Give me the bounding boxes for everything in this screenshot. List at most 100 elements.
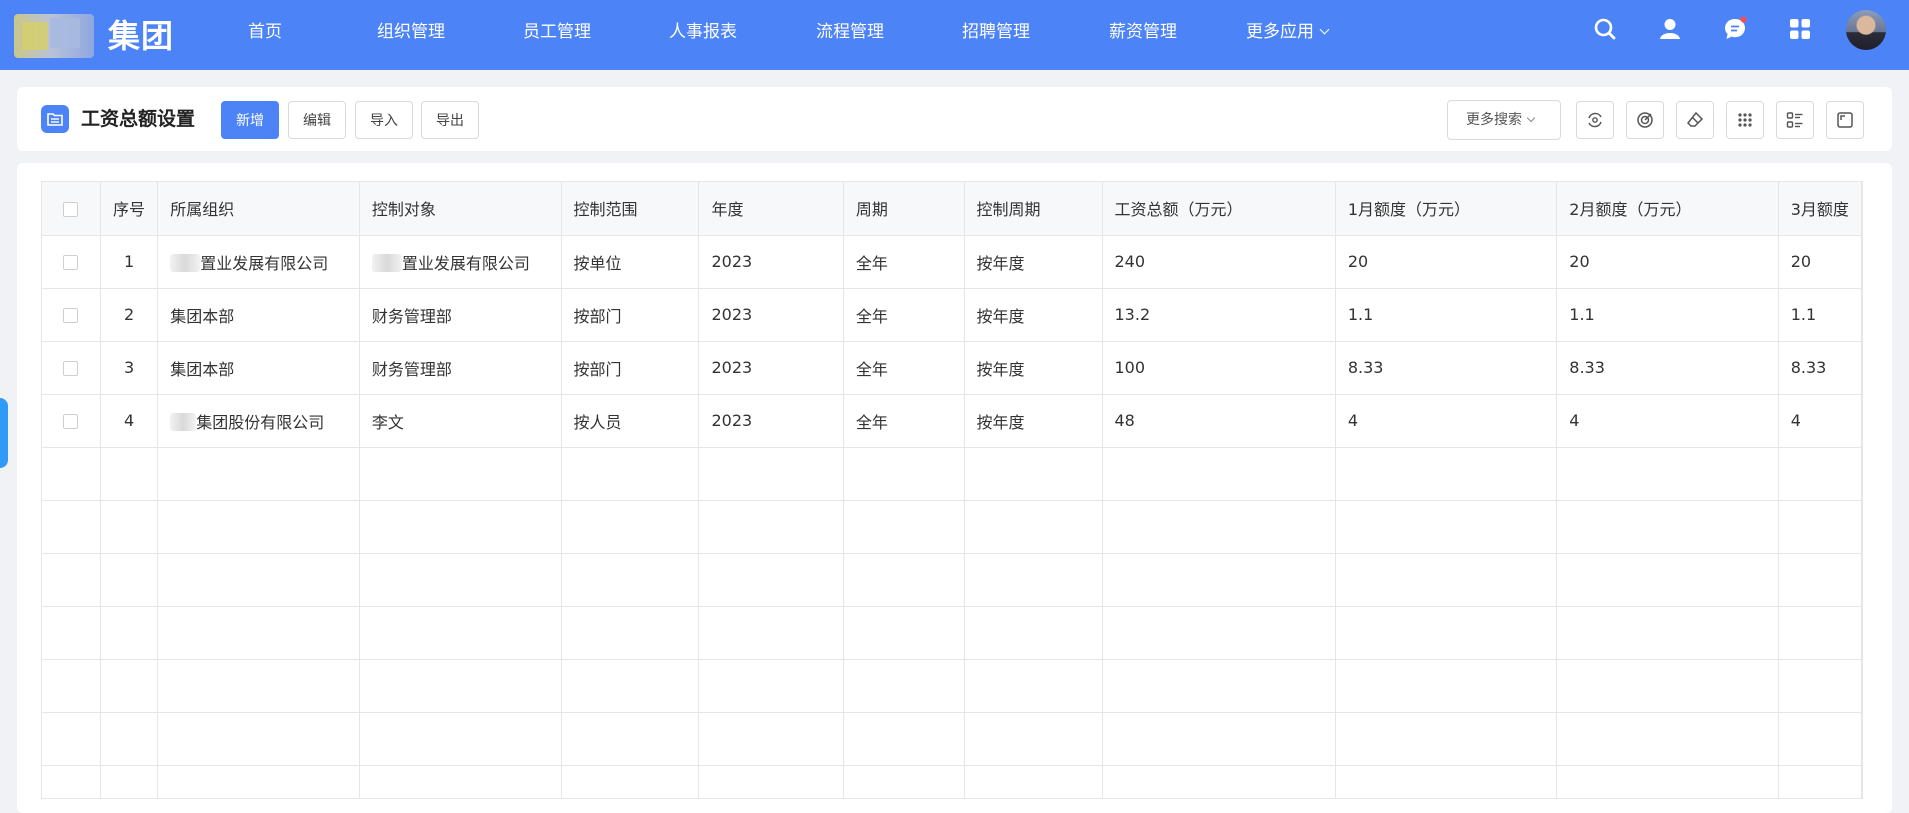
cell-period: 全年 bbox=[843, 341, 965, 395]
cell-ctrl-period: 按年度 bbox=[964, 235, 1103, 289]
nav-more-label: 更多应用 bbox=[1246, 22, 1314, 42]
export-button[interactable]: 导出 bbox=[421, 101, 479, 139]
nav-item-more-apps[interactable]: 更多应用 bbox=[1246, 0, 1330, 70]
toolbar-card: 工资总额设置 新增 编辑 导入 导出 更多搜索 bbox=[17, 87, 1892, 151]
nav-item-home[interactable]: 首页 bbox=[248, 0, 282, 70]
avatar[interactable] bbox=[1846, 10, 1886, 50]
col-header-scope[interactable]: 控制范围 bbox=[561, 182, 700, 236]
cell-m1: 8.33 bbox=[1335, 341, 1558, 395]
col-header-total[interactable]: 工资总额（万元） bbox=[1102, 182, 1336, 236]
list-settings-icon bbox=[1786, 112, 1803, 128]
table-row[interactable]: 2 集团本部 财务管理部 按部门 2023 全年 按年度 13.2 1.1 1.… bbox=[42, 288, 1862, 342]
col-header-ctrl-period[interactable]: 控制周期 bbox=[964, 182, 1103, 236]
row-checkbox[interactable] bbox=[63, 414, 79, 429]
clear-filter-button[interactable] bbox=[1676, 101, 1714, 139]
apps-grid-icon[interactable] bbox=[1787, 16, 1813, 42]
cell-total: 13.2 bbox=[1102, 288, 1336, 342]
row-select-cell bbox=[42, 341, 101, 395]
cell-period: 全年 bbox=[843, 235, 965, 289]
cell-org: 集团本部 bbox=[157, 341, 360, 395]
refresh-icon bbox=[1588, 112, 1602, 128]
target-button[interactable] bbox=[1626, 101, 1664, 139]
col-header-m3[interactable]: 3月额度 bbox=[1778, 182, 1862, 236]
side-drawer-tab[interactable] bbox=[0, 398, 8, 468]
cell-ctrl-period: 按年度 bbox=[964, 341, 1103, 395]
chevron-down-icon bbox=[1526, 113, 1536, 123]
eraser-icon bbox=[1686, 111, 1704, 127]
empty-row bbox=[42, 553, 1862, 607]
nav-item-hr-report[interactable]: 人事报表 bbox=[669, 0, 737, 70]
fullscreen-icon bbox=[1837, 112, 1853, 128]
fullscreen-button[interactable] bbox=[1826, 101, 1864, 139]
col-header-m2[interactable]: 2月额度（万元） bbox=[1556, 182, 1779, 236]
cell-index: 3 bbox=[100, 341, 159, 395]
cell-ctrl-period: 按年度 bbox=[964, 394, 1103, 448]
redacted-text bbox=[371, 253, 402, 272]
target-icon bbox=[1637, 112, 1653, 128]
cell-index: 4 bbox=[100, 394, 159, 448]
user-icon[interactable] bbox=[1657, 16, 1683, 42]
import-button[interactable]: 导入 bbox=[355, 101, 413, 139]
col-header-index[interactable]: 序号 bbox=[100, 182, 159, 236]
cell-target: 李文 bbox=[359, 394, 562, 448]
folder-icon bbox=[41, 105, 69, 133]
column-settings-button[interactable] bbox=[1776, 101, 1814, 139]
col-header-period[interactable]: 周期 bbox=[843, 182, 965, 236]
more-search-dropdown[interactable]: 更多搜索 bbox=[1447, 100, 1561, 140]
cell-index: 2 bbox=[100, 288, 159, 342]
empty-row bbox=[42, 606, 1862, 660]
cell-scope: 按部门 bbox=[561, 341, 700, 395]
cell-org-text: 集团股份有限公司 bbox=[196, 412, 325, 432]
cell-m3: 1.1 bbox=[1778, 288, 1862, 342]
brand-logo[interactable]: 集团 bbox=[14, 14, 174, 58]
col-header-m1[interactable]: 1月额度（万元） bbox=[1335, 182, 1558, 236]
refresh-view-button[interactable] bbox=[1576, 101, 1614, 139]
row-checkbox[interactable] bbox=[63, 255, 79, 270]
cell-m2: 8.33 bbox=[1556, 341, 1779, 395]
table-row[interactable]: 4 集团股份有限公司 李文 按人员 2023 全年 按年度 48 4 4 4 bbox=[42, 394, 1862, 448]
cell-period: 全年 bbox=[843, 288, 965, 342]
logo-text: 集团 bbox=[108, 17, 175, 55]
nav-item-workflow[interactable]: 流程管理 bbox=[816, 0, 884, 70]
cell-scope: 按人员 bbox=[561, 394, 700, 448]
message-icon[interactable] bbox=[1722, 16, 1748, 42]
cell-year: 2023 bbox=[698, 394, 844, 448]
dots-grid-icon bbox=[1738, 113, 1752, 127]
cell-target: 置业发展有限公司 bbox=[359, 235, 562, 289]
cell-m2: 20 bbox=[1556, 235, 1779, 289]
cell-m2: 1.1 bbox=[1556, 288, 1779, 342]
add-button[interactable]: 新增 bbox=[221, 101, 279, 139]
cell-target-text: 置业发展有限公司 bbox=[401, 253, 530, 273]
select-all-checkbox[interactable] bbox=[63, 201, 79, 217]
table-row[interactable]: 1 置业发展有限公司 置业发展有限公司 按单位 2023 全年 按年度 240 … bbox=[42, 235, 1862, 289]
nav-item-org[interactable]: 组织管理 bbox=[377, 0, 445, 70]
edit-button[interactable]: 编辑 bbox=[288, 101, 346, 139]
redacted-text bbox=[170, 412, 197, 431]
col-header-org[interactable]: 所属组织 bbox=[157, 182, 360, 236]
cell-org: 集团本部 bbox=[157, 288, 360, 342]
row-checkbox[interactable] bbox=[63, 308, 79, 323]
top-nav-bar: 集团 首页 组织管理 员工管理 人事报表 流程管理 招聘管理 薪资管理 更多应用 bbox=[0, 0, 1909, 70]
cell-m1: 4 bbox=[1335, 394, 1558, 448]
row-select-cell bbox=[42, 288, 101, 342]
cell-target: 财务管理部 bbox=[359, 288, 562, 342]
data-table-container[interactable]: 序号 所属组织 控制对象 控制范围 年度 周期 控制周期 工资总额（万元） 1月… bbox=[41, 181, 1863, 799]
nav-item-staff[interactable]: 员工管理 bbox=[523, 0, 591, 70]
search-icon[interactable] bbox=[1592, 16, 1618, 42]
nav-item-salary[interactable]: 薪资管理 bbox=[1109, 0, 1177, 70]
empty-row bbox=[42, 500, 1862, 554]
cell-year: 2023 bbox=[698, 341, 844, 395]
col-header-target[interactable]: 控制对象 bbox=[359, 182, 562, 236]
row-select-cell bbox=[42, 235, 101, 289]
table-row[interactable]: 3 集团本部 财务管理部 按部门 2023 全年 按年度 100 8.33 8.… bbox=[42, 341, 1862, 395]
nav-item-recruit[interactable]: 招聘管理 bbox=[962, 0, 1030, 70]
cell-index: 1 bbox=[100, 235, 159, 289]
col-header-year[interactable]: 年度 bbox=[698, 182, 844, 236]
cell-total: 100 bbox=[1102, 341, 1336, 395]
cell-m3: 8.33 bbox=[1778, 341, 1862, 395]
grid-view-button[interactable] bbox=[1726, 101, 1764, 139]
row-select-cell bbox=[42, 394, 101, 448]
row-checkbox[interactable] bbox=[63, 361, 79, 376]
cell-m3: 20 bbox=[1778, 235, 1862, 289]
cell-period: 全年 bbox=[843, 394, 965, 448]
